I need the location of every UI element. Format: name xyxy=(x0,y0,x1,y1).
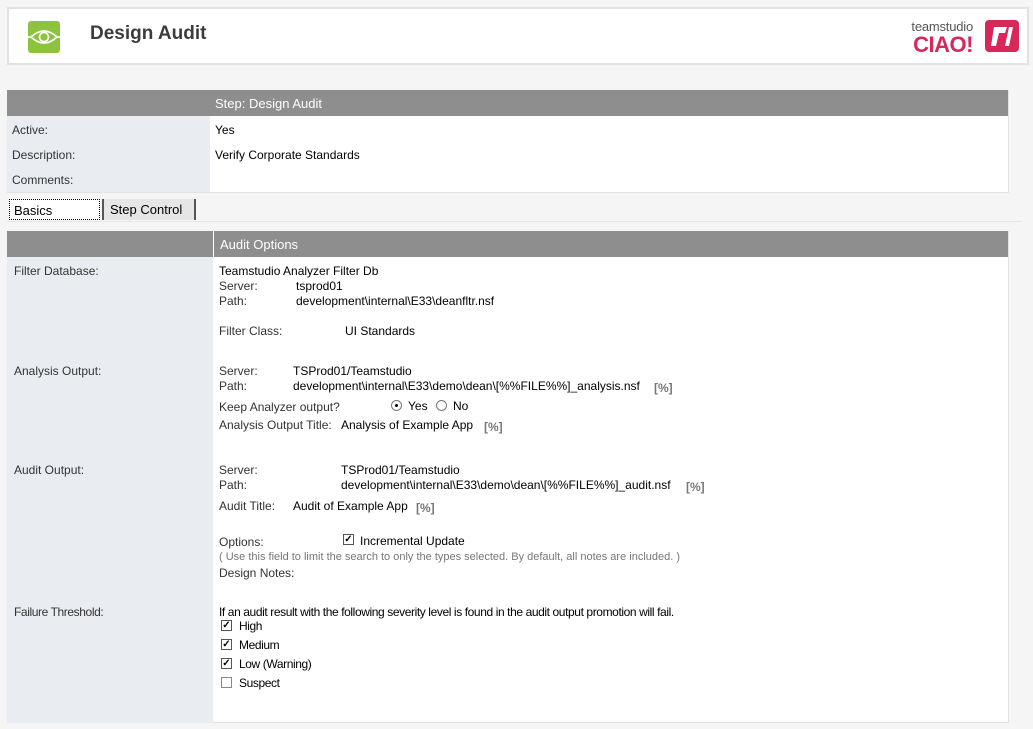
medium-label: Medium xyxy=(239,638,280,652)
filter-class-label: Filter Class: xyxy=(219,324,283,338)
audit-title-formula-button[interactable]: [%] xyxy=(416,501,435,515)
filter-server-value: tsprod01 xyxy=(296,279,343,293)
suspect-checkbox[interactable] xyxy=(221,677,232,688)
keep-yes-radio[interactable] xyxy=(391,400,402,411)
active-label: Active: xyxy=(12,123,49,137)
suspect-label: Suspect xyxy=(239,676,280,690)
analysis-title-value: Analysis of Example App xyxy=(341,418,474,432)
eye-icon xyxy=(28,21,60,53)
audit-label-column xyxy=(7,257,213,723)
keep-yes-label: Yes xyxy=(408,399,428,413)
incremental-update-checkbox[interactable]: ✓ xyxy=(343,534,354,545)
audit-options-section: Audit Options Filter Database: Teamstudi… xyxy=(7,231,1009,723)
filter-database-label: Filter Database: xyxy=(14,264,99,278)
options-label: Options: xyxy=(219,535,264,549)
step-header: Step: Design Audit xyxy=(7,90,1008,116)
comments-label: Comments: xyxy=(12,173,74,187)
low-warning-checkbox[interactable]: ✓ xyxy=(221,658,232,669)
analysis-path-formula-button[interactable]: [%] xyxy=(654,381,673,395)
analysis-server-label: Server: xyxy=(219,364,258,378)
high-label: High xyxy=(239,619,263,633)
page-title: Design Audit xyxy=(90,23,207,44)
description-label: Description: xyxy=(12,148,76,162)
analysis-path-value: development\internal\E33\demo\dean\[%%FI… xyxy=(293,379,640,393)
audit-path-value: development\internal\E33\demo\dean\[%%FI… xyxy=(341,478,671,492)
audit-options-header: Audit Options xyxy=(7,231,1008,257)
analysis-title-label: Analysis Output Title: xyxy=(219,418,332,432)
tab-step-control[interactable]: Step Control xyxy=(102,199,196,220)
logo-big-text: CIAO! xyxy=(913,32,973,57)
medium-checkbox[interactable]: ✓ xyxy=(221,639,232,650)
audit-options-title: Audit Options xyxy=(220,237,299,252)
app-header: Design Audit teamstudio CIAO! xyxy=(7,7,1029,65)
failure-threshold-label: Failure Threshold: xyxy=(14,605,104,619)
active-value: Yes xyxy=(215,123,235,137)
header-divider xyxy=(213,231,214,257)
high-checkbox[interactable]: ✓ xyxy=(221,620,232,631)
teamstudio-logo: teamstudio CIAO! xyxy=(899,17,1019,57)
filter-database-name: Teamstudio Analyzer Filter Db xyxy=(219,264,379,278)
description-value: Verify Corporate Standards xyxy=(215,148,360,162)
audit-server-value: TSProd01/Teamstudio xyxy=(341,463,460,477)
keep-no-label: No xyxy=(453,399,469,413)
audit-server-label: Server: xyxy=(219,463,258,477)
analysis-title-formula-button[interactable]: [%] xyxy=(484,420,503,434)
audit-title-label: Audit Title: xyxy=(219,499,276,513)
incremental-update-label: Incremental Update xyxy=(360,534,465,548)
low-warning-label: Low (Warning) xyxy=(239,657,312,671)
keep-no-radio[interactable] xyxy=(436,400,447,411)
audit-title-value: Audit of Example App xyxy=(293,499,408,513)
analysis-server-value: TSProd01/Teamstudio xyxy=(293,364,412,378)
filter-path-label: Path: xyxy=(219,294,248,308)
audit-path-label: Path: xyxy=(219,478,248,492)
tab-basics[interactable]: Basics xyxy=(9,199,100,220)
filter-server-label: Server: xyxy=(219,279,258,293)
audit-path-formula-button[interactable]: [%] xyxy=(686,480,705,494)
design-notes-label: Design Notes: xyxy=(219,566,295,580)
filter-path-value: development\internal\E33\deanfltr.nsf xyxy=(296,294,495,308)
failure-threshold-description: If an audit result with the following se… xyxy=(219,605,674,619)
keep-output-label: Keep Analyzer output? xyxy=(219,400,340,414)
tab-divider xyxy=(7,221,1022,222)
filter-class-value[interactable]: UI Standards xyxy=(345,324,415,338)
step-section: Step: Design Audit Active: Yes Descripti… xyxy=(7,90,1009,193)
options-hint: ( Use this field to limit the search to … xyxy=(219,551,681,563)
teamstudio-logo-icon xyxy=(985,20,1019,52)
audit-output-label: Audit Output: xyxy=(14,463,85,477)
analysis-path-label: Path: xyxy=(219,379,248,393)
step-title: Step: Design Audit xyxy=(215,96,322,111)
analysis-output-label: Analysis Output: xyxy=(14,364,102,378)
